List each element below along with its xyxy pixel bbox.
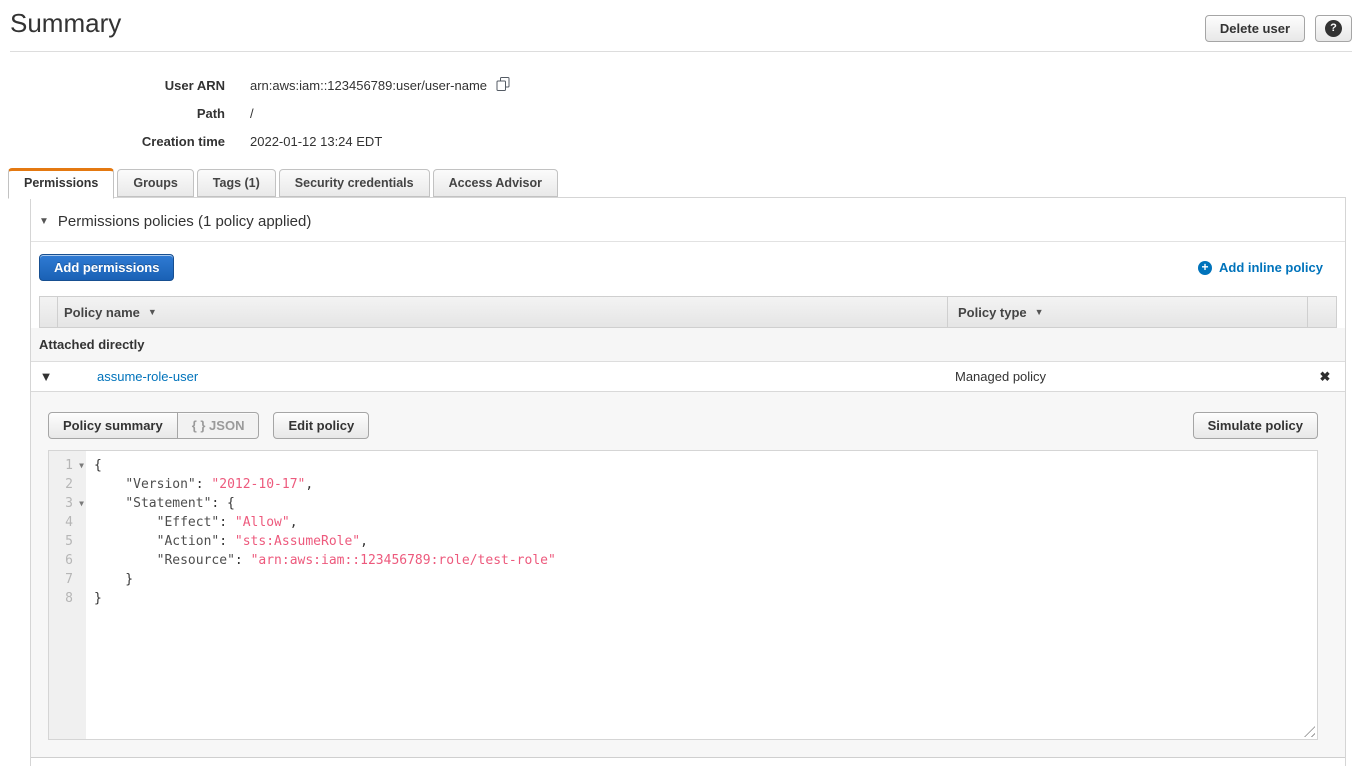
- meta-row-creation-time: Creation time 2022-01-12 13:24 EDT: [0, 127, 1362, 155]
- simulate-policy-button[interactable]: Simulate policy: [1193, 412, 1318, 439]
- fold-caret-icon[interactable]: ▼: [79, 456, 84, 475]
- user-arn-value: arn:aws:iam::123456789:user/user-name: [250, 78, 487, 93]
- line-number: 8: [49, 589, 86, 608]
- policy-type-column-header[interactable]: Policy type ▼: [947, 297, 1307, 327]
- fold-caret-icon[interactable]: ▼: [79, 494, 84, 513]
- editor-gutter: 1▼23▼45678: [49, 451, 86, 739]
- policy-table-header: Policy name ▼ Policy type ▼: [39, 296, 1337, 328]
- user-arn-label: User ARN: [0, 78, 250, 93]
- permissions-panel: ▼ Permissions policies (1 policy applied…: [30, 197, 1346, 766]
- expander-column-header: [40, 297, 58, 327]
- json-view-button[interactable]: { } JSON: [178, 412, 260, 439]
- code-line: "Action": "sts:AssumeRole",: [94, 532, 1317, 551]
- header-actions: Delete user ?: [1205, 15, 1352, 42]
- page-title: Summary: [10, 8, 121, 39]
- creation-time-label: Creation time: [0, 134, 250, 149]
- tab-groups[interactable]: Groups: [117, 169, 193, 197]
- policy-type-value: Managed policy: [945, 369, 1305, 384]
- add-permissions-button[interactable]: Add permissions: [39, 254, 174, 281]
- code-line: {: [94, 456, 1317, 475]
- code-line: "Effect": "Allow",: [94, 513, 1317, 532]
- user-meta: User ARN arn:aws:iam::123456789:user/use…: [0, 71, 1362, 155]
- help-button[interactable]: ?: [1315, 15, 1352, 42]
- tab-bar: Permissions Groups Tags (1) Security cre…: [0, 168, 1362, 197]
- line-number: 7: [49, 570, 86, 589]
- policy-name-column-header[interactable]: Policy name ▼: [58, 297, 947, 327]
- json-policy-editor[interactable]: 1▼23▼45678 { "Version": "2012-10-17", "S…: [48, 450, 1318, 740]
- page-header: Summary Delete user ?: [0, 0, 1362, 42]
- permissions-toolbar: Add permissions + Add inline policy: [31, 242, 1345, 292]
- code-line: }: [94, 570, 1317, 589]
- meta-row-user-arn: User ARN arn:aws:iam::123456789:user/use…: [0, 71, 1362, 99]
- delete-user-button[interactable]: Delete user: [1205, 15, 1305, 42]
- editor-code[interactable]: { "Version": "2012-10-17", "Statement": …: [86, 451, 1317, 739]
- plus-circle-icon: +: [1198, 261, 1212, 275]
- line-number: 3▼: [49, 494, 86, 513]
- copy-icon[interactable]: [496, 77, 510, 94]
- creation-time-value: 2022-01-12 13:24 EDT: [250, 134, 382, 149]
- tab-permissions[interactable]: Permissions: [8, 168, 114, 199]
- sort-caret-icon: ▼: [1035, 307, 1044, 317]
- detach-policy-icon[interactable]: ✖: [1305, 369, 1345, 385]
- line-number: 4: [49, 513, 86, 532]
- line-number: 6: [49, 551, 86, 570]
- path-label: Path: [0, 106, 250, 121]
- code-line: }: [94, 589, 1317, 608]
- path-value: /: [250, 106, 254, 121]
- policy-summary-button[interactable]: Policy summary: [48, 412, 178, 439]
- tab-security-credentials[interactable]: Security credentials: [279, 169, 430, 197]
- detach-column-header: [1307, 297, 1336, 327]
- policy-detail-toolbar: Policy summary { } JSON Edit policy Simu…: [48, 412, 1318, 439]
- tab-access-advisor[interactable]: Access Advisor: [433, 169, 558, 197]
- line-number: 2: [49, 475, 86, 494]
- add-inline-policy-link[interactable]: + Add inline policy: [1198, 260, 1323, 275]
- tab-tags[interactable]: Tags (1): [197, 169, 276, 197]
- edit-policy-button[interactable]: Edit policy: [273, 412, 369, 439]
- header-divider: [10, 51, 1352, 52]
- policy-detail-area: Policy summary { } JSON Edit policy Simu…: [31, 392, 1345, 758]
- help-icon: ?: [1325, 20, 1342, 37]
- attached-directly-group-row: Attached directly: [31, 328, 1345, 362]
- meta-row-path: Path /: [0, 99, 1362, 127]
- permissions-policies-section-toggle[interactable]: ▼ Permissions policies (1 policy applied…: [31, 198, 1345, 242]
- line-number: 5: [49, 532, 86, 551]
- policy-table-row: ▼ assume-role-user Managed policy ✖: [31, 362, 1345, 392]
- code-line: "Version": "2012-10-17",: [94, 475, 1317, 494]
- policy-name-link[interactable]: assume-role-user: [97, 369, 198, 384]
- line-number: 1▼: [49, 456, 86, 475]
- row-expander-caret-icon[interactable]: ▼: [31, 369, 61, 384]
- section-title: Permissions policies (1 policy applied): [58, 213, 311, 230]
- code-line: "Statement": {: [94, 494, 1317, 513]
- section-caret-icon: ▼: [39, 216, 49, 227]
- code-line: "Resource": "arn:aws:iam::123456789:role…: [94, 551, 1317, 570]
- sort-caret-icon: ▼: [148, 307, 157, 317]
